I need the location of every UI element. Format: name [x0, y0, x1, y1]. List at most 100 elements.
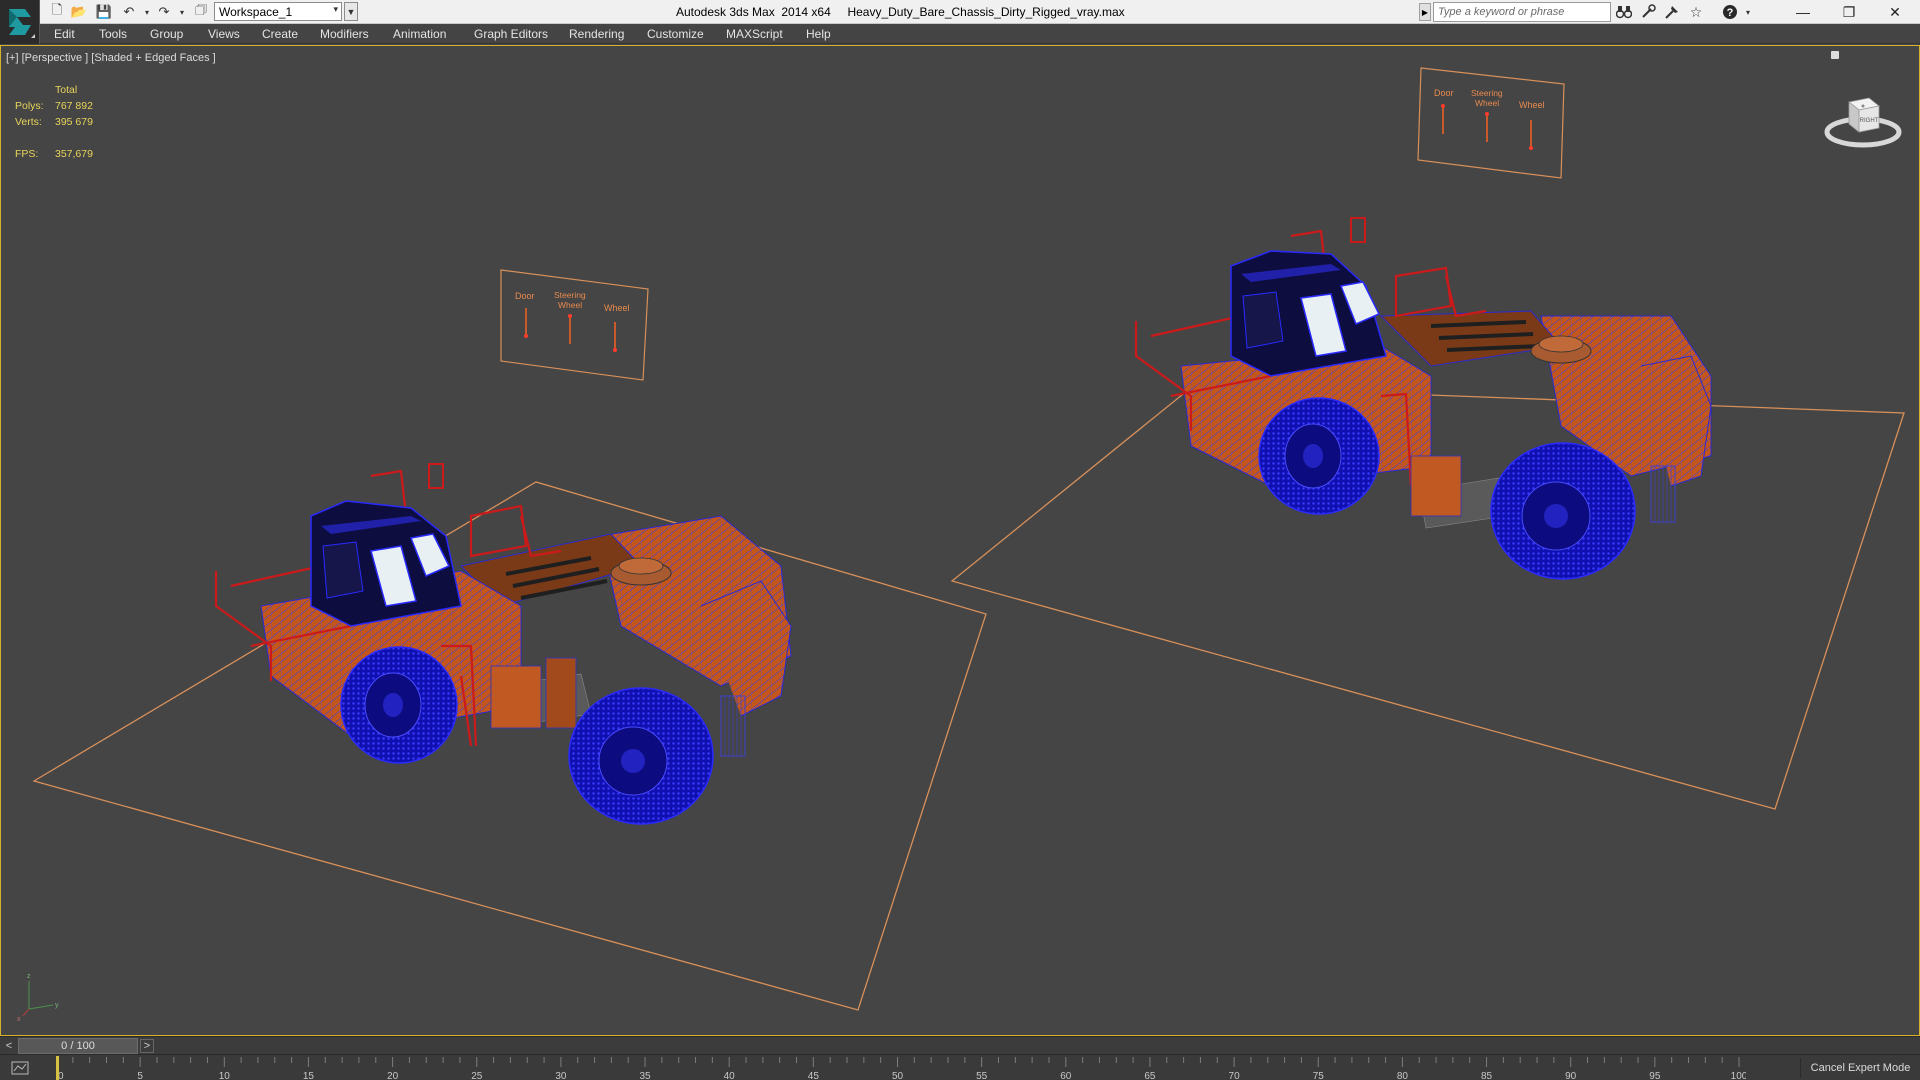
subscription-icon[interactable] [1638, 2, 1658, 22]
track-bar[interactable]: 0 5 10 15 20 25 30 35 40 45 50 55 60 65 70 75 80 85 90 95 10… [0, 1054, 1920, 1080]
track-tick-label: 75 [1313, 1071, 1325, 1080]
truck-model-right[interactable] [1134, 217, 1712, 580]
restore-button[interactable]: ❐ [1826, 0, 1872, 24]
undo-icon[interactable]: ↶ [120, 3, 138, 21]
window-title: Autodesk 3ds Max 2014 x64 Heavy_Duty_Bar… [676, 5, 1125, 19]
scene-canvas[interactable]: Door Steering Wheel Wheel Door Steering … [1, 46, 1919, 1035]
time-slider[interactable]: < 0 / 100 > [0, 1036, 1920, 1054]
track-tick-label: 100 [1731, 1071, 1746, 1080]
svg-text:y: y [55, 1002, 59, 1009]
track-tick-label: 80 [1397, 1071, 1409, 1080]
save-icon[interactable]: 💾 [95, 3, 113, 21]
quick-access-dropdown[interactable]: ▼ [344, 2, 358, 21]
stats-overlay: Total Polys: 767 892 Verts: 395 679 FPS: 35… [15, 82, 93, 162]
svg-text:Wheel: Wheel [558, 300, 582, 310]
title-bar: 🗋 📂 💾 ↶ ▾ ↷ ▾ 🗇 Workspace_1 ▾ ▼ Autodesk… [0, 0, 1920, 24]
axis-tripod: z y x [17, 973, 59, 1023]
viewcube-face-label: RIGHT [1860, 118, 1879, 124]
door-control-label: Door [1434, 88, 1454, 98]
track-tick-label: 45 [808, 1071, 820, 1080]
track-tick-label: 5 [137, 1071, 143, 1080]
menu-modifiers[interactable]: Modifiers [320, 27, 369, 41]
control-panel-left[interactable]: Door Steering Wheel Wheel [500, 269, 649, 381]
help-icon[interactable]: ? [1720, 2, 1740, 22]
close-button[interactable]: ✕ [1872, 0, 1918, 24]
menu-graph-editors[interactable]: Graph Editors [474, 27, 548, 41]
svg-text:x: x [17, 1016, 21, 1023]
help-dropdown-icon[interactable]: ▾ [1738, 2, 1758, 22]
track-tick-label: 40 [724, 1071, 736, 1080]
menu-animation[interactable]: Animation [393, 27, 446, 41]
time-next-button[interactable]: > [140, 1039, 154, 1053]
verts-value: 395 679 [55, 116, 93, 128]
menu-group[interactable]: Group [150, 27, 183, 41]
menu-tools[interactable]: Tools [99, 27, 127, 41]
track-tick-label: 90 [1565, 1071, 1577, 1080]
svg-text:z: z [27, 973, 31, 980]
workspace-value: Workspace_1 [219, 5, 293, 19]
mini-curve-editor-icon[interactable] [8, 1058, 32, 1078]
search-input[interactable]: Type a keyword or phrase [1433, 2, 1611, 22]
polys-label: Polys: [15, 100, 44, 112]
menu-edit[interactable]: Edit [54, 27, 75, 41]
current-frame-marker[interactable] [56, 1056, 59, 1080]
track-tick-label: 35 [639, 1071, 651, 1080]
track-tick-label: 70 [1229, 1071, 1241, 1080]
new-icon[interactable]: 🗋 [48, 2, 66, 21]
polys-value: 767 892 [55, 100, 93, 112]
open-icon[interactable]: 📂 [70, 3, 88, 21]
track-tick-label: 25 [471, 1071, 483, 1080]
menu-customize[interactable]: Customize [647, 27, 704, 41]
track-tick-label: 30 [555, 1071, 567, 1080]
binoculars-icon[interactable] [1614, 2, 1634, 22]
time-prev-button[interactable]: < [2, 1039, 16, 1053]
cancel-expert-mode-button[interactable]: Cancel Expert Mode [1800, 1058, 1920, 1078]
workspace-select[interactable]: Workspace_1 ▾ [214, 2, 342, 21]
menu-bar: Edit Tools Group Views Create Modifiers … [40, 24, 1920, 44]
verts-label: Verts: [15, 116, 42, 128]
svg-text:?: ? [1727, 7, 1734, 19]
time-slider-thumb[interactable]: 0 / 100 [18, 1038, 138, 1054]
communication-icon[interactable] [1662, 2, 1682, 22]
track-tick-label: 55 [976, 1071, 988, 1080]
track-tick-label: 85 [1481, 1071, 1493, 1080]
redo-icon[interactable]: ↷ [155, 3, 173, 21]
menu-help[interactable]: Help [806, 27, 831, 41]
fps-value: 357,679 [55, 148, 93, 160]
track-tick-label: 10 [219, 1071, 231, 1080]
menu-maxscript[interactable]: MAXScript [726, 27, 783, 41]
fps-label: FPS: [15, 148, 39, 160]
redo-dropdown-icon[interactable]: ▾ [173, 3, 191, 21]
menu-views[interactable]: Views [208, 27, 240, 41]
track-tick-label: 15 [303, 1071, 315, 1080]
chevron-down-icon: ▾ [333, 4, 338, 14]
track-tick-label: 65 [1144, 1071, 1156, 1080]
steering-wheel-control-label: Steering [1471, 88, 1503, 98]
menu-create[interactable]: Create [262, 27, 298, 41]
svg-text:Wheel: Wheel [1475, 98, 1499, 108]
minimize-button[interactable]: — [1780, 0, 1826, 24]
menu-rendering[interactable]: Rendering [569, 27, 624, 41]
track-ruler[interactable]: 0 5 10 15 20 25 30 35 40 45 50 55 60 65 70 75 80 85 90 95 10… [56, 1055, 1746, 1080]
track-tick-label: 50 [892, 1071, 904, 1080]
wheel-control-label: Wheel [1519, 100, 1545, 110]
viewport-label[interactable]: [+] [Perspective ] [Shaded + Edged Faces… [6, 52, 216, 64]
undo-dropdown-icon[interactable]: ▾ [138, 3, 156, 21]
track-tick-label: 60 [1060, 1071, 1072, 1080]
stats-header: Total [55, 84, 78, 96]
perspective-viewport[interactable]: Door Steering Wheel Wheel Door Steering … [0, 45, 1920, 1036]
viewport-lock-icon[interactable] [1831, 51, 1839, 59]
door-control-label: Door [515, 291, 535, 301]
wheel-control-label: Wheel [604, 303, 630, 313]
file-name: Heavy_Duty_Bare_Chassis_Dirty_Rigged_vra… [847, 5, 1125, 19]
app-logo[interactable] [0, 0, 40, 44]
project-icon[interactable]: 🗇 [192, 2, 210, 21]
control-panel-right[interactable]: Door Steering Wheel Wheel [1417, 67, 1565, 179]
search-expand-icon[interactable]: ▶ [1419, 3, 1431, 21]
truck-model-left[interactable] [214, 463, 792, 825]
viewcube[interactable]: RIGHT [1823, 76, 1903, 156]
favorites-icon[interactable]: ☆ [1686, 2, 1706, 22]
track-tick-label: 95 [1649, 1071, 1661, 1080]
steering-wheel-control-label: Steering [554, 290, 586, 300]
track-tick-label: 20 [387, 1071, 399, 1080]
